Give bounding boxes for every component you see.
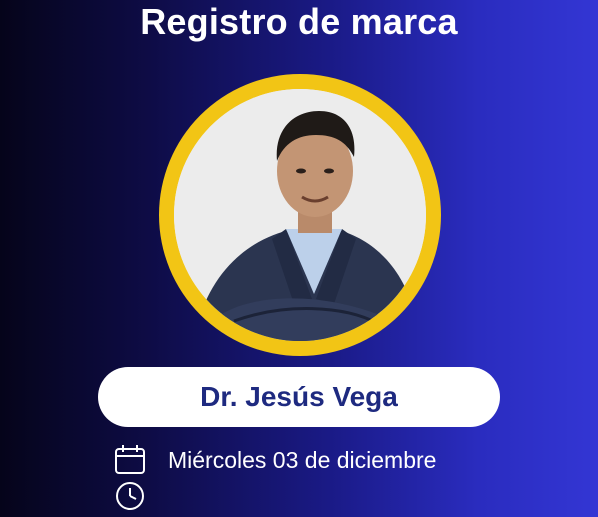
event-date: Miércoles 03 de diciembre <box>168 447 437 473</box>
clock-icon <box>112 480 148 512</box>
calendar-icon <box>112 444 148 476</box>
time-row <box>112 480 148 512</box>
portrait-frame <box>159 74 441 356</box>
date-row: Miércoles 03 de diciembre <box>112 444 436 476</box>
speaker-name: Dr. Jesús Vega <box>200 381 398 412</box>
speaker-name-badge: Dr. Jesús Vega <box>98 367 500 427</box>
speaker-photo <box>174 89 426 341</box>
event-title: Registro de marca <box>140 1 458 42</box>
